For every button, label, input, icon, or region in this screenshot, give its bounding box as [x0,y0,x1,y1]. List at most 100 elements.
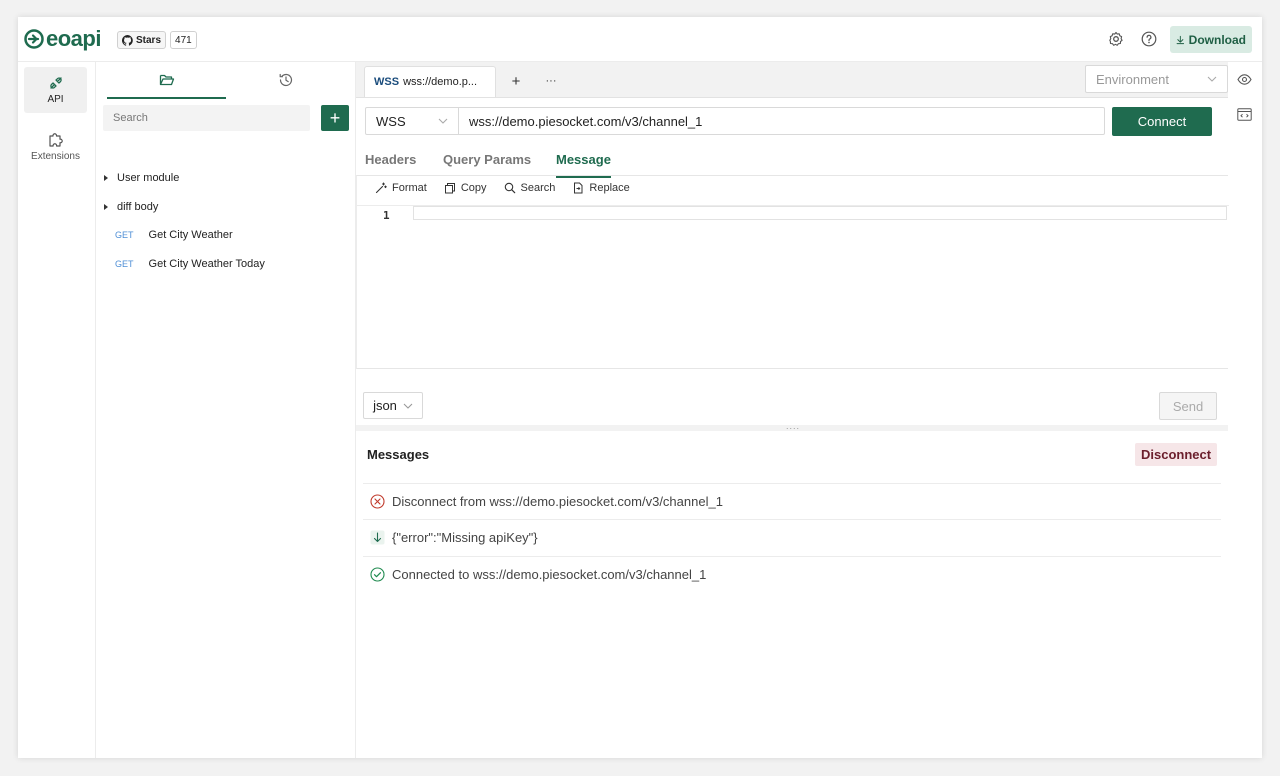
environment-placeholder: Environment [1096,71,1169,87]
copy-icon [444,183,455,194]
send-button[interactable]: Send [1159,392,1217,420]
method-badge: GET [115,259,134,269]
github-stars-button[interactable]: Stars [117,31,167,49]
github-stars-label: Stars [136,34,162,46]
protocol-select[interactable]: WSS [365,107,459,135]
request-tabstrip: WSS wss://demo.p... + ··· Environment [356,62,1228,98]
right-rail [1229,62,1262,758]
message-row[interactable]: {"error":"Missing apiKey"} [363,519,1221,555]
search-icon [504,182,515,194]
help-button[interactable] [1139,29,1159,49]
more-icon: ··· [545,75,557,87]
api-icon [49,77,62,89]
chevron-down-icon [1207,76,1217,82]
code-icon [1237,108,1252,121]
disconnect-button[interactable]: Disconnect [1135,443,1217,466]
message-text: {"error":"Missing apiKey"} [392,530,538,545]
tree-api-label: Get City Weather Today [148,258,265,270]
magic-wand-icon [375,182,387,194]
caret-right-icon[interactable] [104,204,108,210]
plus-icon: + [511,72,521,90]
question-circle-icon [1141,31,1157,47]
github-stars-count[interactable]: 471 [170,31,197,49]
logo-icon [24,29,44,49]
tree-api-get-city-weather[interactable]: GET Get City Weather [96,221,355,249]
request-tab-protocol: WSS [374,76,400,88]
line-number: 1 [383,209,390,222]
caret-right-icon[interactable] [104,175,108,181]
settings-button[interactable] [1106,29,1126,49]
top-bar: eoapi Stars 471 Download [18,17,1262,62]
folder-icon [159,74,174,85]
environment-view-button[interactable] [1237,73,1252,89]
copy-label: Copy [460,182,487,194]
add-api-button[interactable]: + [321,105,349,131]
new-tab-button[interactable]: + [506,71,526,91]
environment-select[interactable]: Environment [1085,65,1228,93]
app-window: eoapi Stars 471 Download API Extensions [18,17,1262,758]
chevron-down-icon [403,403,413,409]
protocol-value: WSS [376,113,406,129]
chevron-down-icon [438,118,448,124]
connect-button[interactable]: Connect [1112,107,1212,136]
messages-title: Messages [367,447,430,462]
format-label: Format [392,182,427,194]
history-icon [279,73,292,86]
tree-group-label: User module [117,172,180,184]
logo: eoapi [24,27,101,51]
message-format-select[interactable]: json [363,392,423,419]
tree-group-diff-body[interactable]: diff body [96,193,355,221]
download-icon [1176,35,1185,44]
message-text: Disconnect from wss://demo.piesocket.com… [392,494,723,509]
drag-handle-icon[interactable]: .... [786,421,800,431]
search-label: Search [520,182,556,194]
api-sidebar: + User module diff body GET Get City Wea… [96,62,356,758]
eye-icon [1237,74,1252,85]
copy-button[interactable]: Copy [444,182,487,194]
github-stars[interactable]: Stars 471 [117,31,197,49]
rail-item-api[interactable]: API [24,67,87,113]
tab-query-params[interactable]: Query Params [443,152,531,176]
rail-item-label: API [47,94,64,105]
check-circle-icon [370,567,385,582]
logo-text: eoapi [46,26,101,51]
tab-history[interactable] [226,62,345,97]
message-row[interactable]: Disconnect from wss://demo.piesocket.com… [363,483,1221,519]
search-input[interactable] [103,105,310,131]
replace-button[interactable]: Replace [572,182,630,194]
tree-group-label: diff body [117,201,159,213]
editor-toolbar: Format Copy Search Replace [375,182,630,194]
more-tabs-button[interactable]: ··· [541,71,561,91]
tree-api-get-city-weather-today[interactable]: GET Get City Weather Today [96,250,355,278]
tree-api-label: Get City Weather [148,229,233,241]
github-icon [122,34,133,46]
format-button[interactable]: Format [375,182,427,194]
message-editor: Format Copy Search Replace 1 [356,175,1229,369]
x-circle-icon [370,494,385,509]
code-snippet-button[interactable] [1237,108,1252,124]
request-tab-title: wss://demo.p... [403,76,478,88]
tab-headers[interactable]: Headers [365,152,416,176]
rail-item-extensions[interactable]: Extensions [24,123,87,169]
method-badge: GET [115,230,134,240]
request-tab[interactable]: WSS wss://demo.p... [364,66,496,97]
replace-icon [574,182,583,194]
tree-group-user-module[interactable]: User module [96,164,355,192]
download-label: Download [1188,32,1246,47]
gear-icon [1109,31,1123,46]
search-button[interactable]: Search [504,182,556,194]
replace-label: Replace [589,182,630,194]
format-value: json [373,398,397,413]
tab-api-list[interactable] [107,62,226,99]
rail-item-label: Extensions [31,151,80,162]
editor-line[interactable] [413,206,1227,220]
main-panel: WSS wss://demo.p... + ··· Environment WS… [356,62,1229,758]
plus-icon: + [329,108,341,128]
url-input[interactable] [458,107,1105,135]
panel-splitter[interactable]: .... [356,421,1228,431]
download-button[interactable]: Download [1170,26,1252,53]
message-row[interactable]: Connected to wss://demo.piesocket.com/v3… [363,556,1221,592]
puzzle-icon [48,133,63,147]
activity-rail: API Extensions [18,62,96,758]
arrow-down-icon [370,530,385,545]
